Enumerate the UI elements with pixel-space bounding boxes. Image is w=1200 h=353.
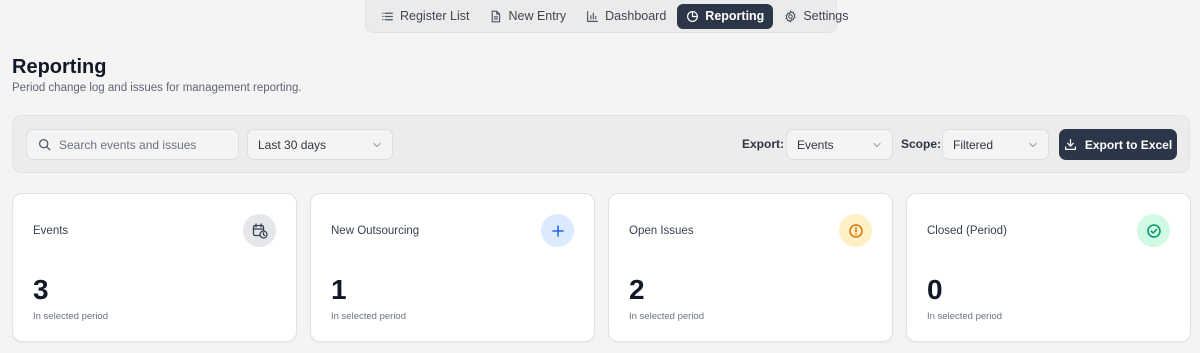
chevron-down-icon: [1029, 142, 1037, 147]
calendar-clock-icon: [243, 214, 276, 247]
card-label: Open Issues: [629, 225, 694, 237]
card-value: 2: [629, 274, 645, 305]
scope-select-value: Filtered: [953, 137, 994, 152]
scope-select[interactable]: Filtered: [942, 129, 1049, 160]
export-type-value: Events: [797, 137, 834, 152]
closed-period-card: Closed (Period) 0 In selected period: [906, 193, 1191, 342]
events-card: Events 3 In selected period: [12, 193, 297, 342]
nav-reporting-label: Reporting: [705, 9, 765, 23]
plus-icon: [541, 214, 574, 247]
search-input[interactable]: [59, 137, 229, 152]
nav-register-list[interactable]: Register List: [372, 4, 478, 29]
card-caption: In selected period: [629, 311, 704, 322]
new-outsourcing-card: New Outsourcing 1 In selected period: [310, 193, 595, 342]
chevron-down-icon: [873, 142, 881, 147]
pie-chart-icon: [687, 10, 699, 22]
nav-dashboard[interactable]: Dashboard: [577, 4, 675, 29]
chevron-down-icon: [373, 142, 381, 147]
export-to-excel-button[interactable]: Export to Excel: [1059, 129, 1177, 160]
page-subtitle: Period change log and issues for managem…: [12, 82, 302, 94]
scope-label: Scope:: [901, 137, 942, 151]
export-type-select[interactable]: Events: [786, 129, 893, 160]
download-icon: [1064, 139, 1076, 150]
card-value: 3: [33, 274, 49, 305]
search-icon: [38, 138, 51, 151]
nav-new-entry-label: New Entry: [508, 9, 567, 23]
nav-dashboard-label: Dashboard: [605, 9, 667, 23]
gear-icon: [785, 9, 796, 23]
document-icon: [492, 10, 501, 22]
card-label: Closed (Period): [927, 225, 1007, 237]
card-caption: In selected period: [331, 311, 406, 322]
nav-register-list-label: Register List: [400, 9, 470, 23]
nav-settings-label: Settings: [803, 9, 849, 23]
nav-reporting[interactable]: Reporting: [677, 3, 774, 29]
nav-new-entry[interactable]: New Entry: [480, 4, 575, 29]
export-to-excel-label: Export to Excel: [1084, 137, 1173, 152]
check-circle-icon: [1137, 214, 1170, 247]
bar-chart-icon: [587, 10, 599, 22]
export-type-label: Export:: [742, 137, 784, 151]
period-select-value: Last 30 days: [258, 137, 327, 152]
list-icon: [382, 12, 393, 20]
card-label: New Outsourcing: [331, 225, 420, 237]
card-label: Events: [33, 225, 69, 237]
alert-circle-icon: [839, 214, 872, 247]
card-caption: In selected period: [927, 311, 1002, 322]
filter-toolbar: Last 30 days Export: Events Scope: Filte…: [12, 115, 1190, 173]
page-title: Reporting: [12, 56, 107, 78]
card-value: 1: [331, 274, 347, 305]
card-caption: In selected period: [33, 311, 108, 322]
top-navigation: Register List New Entry Dashboard Report…: [365, 0, 849, 33]
open-issues-card: Open Issues 2 In selected period: [608, 193, 893, 342]
search-box[interactable]: [26, 129, 239, 160]
period-select[interactable]: Last 30 days: [247, 129, 393, 160]
card-value: 0: [927, 274, 943, 305]
nav-settings[interactable]: Settings: [775, 4, 857, 29]
